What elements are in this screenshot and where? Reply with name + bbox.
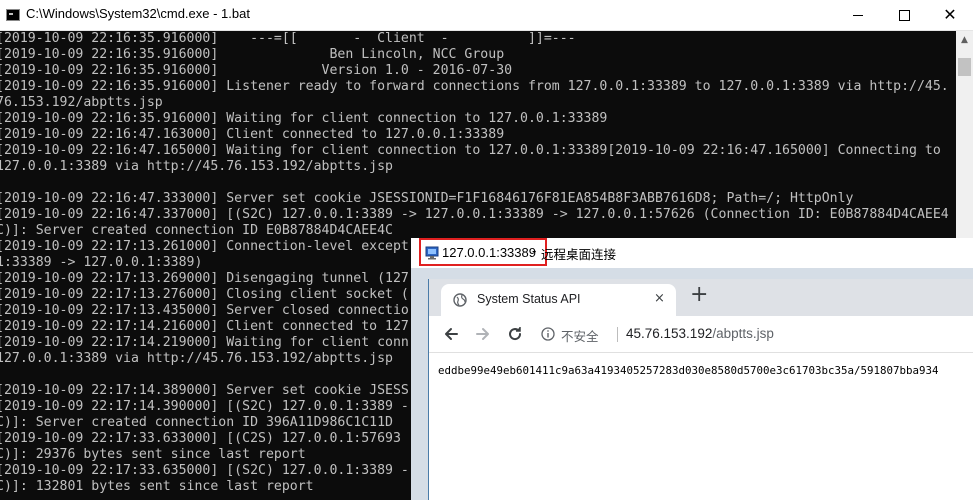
cmd-titlebar[interactable]: C:\Windows\System32\cmd.exe - 1.bat ✕	[0, 0, 973, 31]
rdp-host-address: 127.0.0.1:33389	[442, 245, 536, 260]
console-line: [2019-10-09 22:17:33.633000] [(C2S) 127.…	[0, 431, 401, 446]
console-line: [2019-10-09 22:16:47.163000] Client conn…	[0, 127, 505, 142]
console-line: [2019-10-09 22:17:14.390000] [(S2C) 127.…	[0, 399, 409, 414]
console-line: [2019-10-09 22:16:35.916000] Listener re…	[0, 79, 949, 94]
console-line: [2019-10-09 22:16:47.165000] Waiting for…	[0, 143, 941, 158]
console-line: [2019-10-09 22:16:35.916000] Version 1.0…	[0, 63, 513, 78]
console-line: [2019-10-09 22:17:14.216000] Client conn…	[0, 319, 409, 334]
console-line: [2019-10-09 22:17:14.389000] Server set …	[0, 383, 409, 398]
console-line: 127.0.0.1:3389 via http://45.76.153.192/…	[0, 351, 393, 366]
new-tab-button[interactable]: +	[690, 283, 708, 307]
close-icon: ✕	[943, 5, 957, 24]
console-line: [2019-10-09 22:16:47.333000] Server set …	[0, 191, 854, 206]
forward-arrow-icon[interactable]	[473, 324, 493, 344]
url-host: 45.76.153.192	[626, 326, 713, 341]
console-line: 1:33389 -> 127.0.0.1:3389)	[0, 255, 203, 270]
cmd-window-title: C:\Windows\System32\cmd.exe - 1.bat	[26, 6, 250, 21]
console-line: [2019-10-09 22:17:13.435000] Server clos…	[0, 303, 409, 318]
console-line: [2019-10-09 22:17:13.276000] Closing cli…	[0, 287, 409, 302]
close-button[interactable]: ✕	[927, 0, 973, 30]
info-icon[interactable]	[541, 327, 555, 341]
tab-strip: System Status API × +	[429, 279, 973, 316]
minimize-icon	[853, 14, 863, 16]
rdp-window: 127.0.0.1:33389 - 远程桌面连接 System Status A…	[411, 238, 973, 500]
tab-close-icon[interactable]: ×	[654, 291, 665, 306]
page-content: eddbe99e49eb601411c9a63a4193405257283d03…	[429, 353, 973, 500]
console-line: C)]: 132801 bytes sent since last report	[0, 479, 314, 494]
url-path: /abptts.jsp	[712, 326, 774, 341]
console-line: [2019-10-09 22:16:35.916000] Ben Lincoln…	[0, 47, 505, 62]
console-line: [2019-10-09 22:17:13.261000] Connection-…	[0, 239, 409, 254]
browser-window: System Status API × + 不安全 45.76.153.192/…	[428, 279, 973, 500]
title-separator: -	[532, 243, 537, 258]
maximize-icon	[898, 9, 910, 21]
rdp-titlebar[interactable]: 127.0.0.1:33389 - 远程桌面连接	[411, 238, 973, 268]
console-line: 76.153.192/abptts.jsp	[0, 95, 163, 110]
console-line: [2019-10-09 22:16:47.337000] [(S2C) 127.…	[0, 207, 949, 222]
console-line: C)]: 29376 bytes sent since last report	[0, 447, 306, 462]
page-body-text: eddbe99e49eb601411c9a63a4193405257283d03…	[438, 364, 939, 377]
maximize-button[interactable]	[881, 0, 927, 30]
tab-title: System Status API	[477, 292, 581, 306]
back-arrow-icon[interactable]	[441, 324, 461, 344]
console-line: 127.0.0.1:3389 via http://45.76.153.192/…	[0, 159, 393, 174]
console-line: [2019-10-09 22:17:33.635000] [(S2C) 127.…	[0, 463, 409, 478]
remote-desktop-icon	[425, 246, 439, 260]
console-line: [2019-10-09 22:16:35.916000] ---=[[ - Cl…	[0, 31, 584, 46]
console-line: [2019-10-09 22:16:35.916000] Waiting for…	[0, 111, 608, 126]
tab-system-status-api[interactable]: System Status API ×	[441, 284, 676, 316]
not-secure-label[interactable]: 不安全	[561, 326, 599, 345]
reload-icon[interactable]	[505, 324, 525, 344]
omnibox-divider	[617, 327, 618, 342]
console-line: C)]: Server created connection ID E0B878…	[0, 223, 393, 238]
scrollbar-thumb[interactable]	[958, 58, 971, 76]
console-line: [2019-10-09 22:17:13.269000] Disengaging…	[0, 271, 409, 286]
rdp-window-title: 远程桌面连接	[541, 247, 617, 262]
minimize-button[interactable]	[835, 0, 881, 30]
console-line: C)]: Server created connection ID 396A11…	[0, 415, 393, 430]
browser-toolbar: 不安全 45.76.153.192/abptts.jsp	[429, 316, 973, 353]
remote-desktop-area: System Status API × + 不安全 45.76.153.192/…	[411, 268, 973, 500]
address-bar[interactable]: 45.76.153.192/abptts.jsp	[626, 326, 774, 341]
console-line: [2019-10-09 22:17:14.219000] Waiting for…	[0, 335, 409, 350]
rdp-host-highlight: 127.0.0.1:33389	[419, 238, 547, 266]
terminal-icon	[6, 9, 20, 21]
scroll-up-icon[interactable]: ▲	[956, 31, 973, 48]
globe-icon	[453, 293, 467, 307]
